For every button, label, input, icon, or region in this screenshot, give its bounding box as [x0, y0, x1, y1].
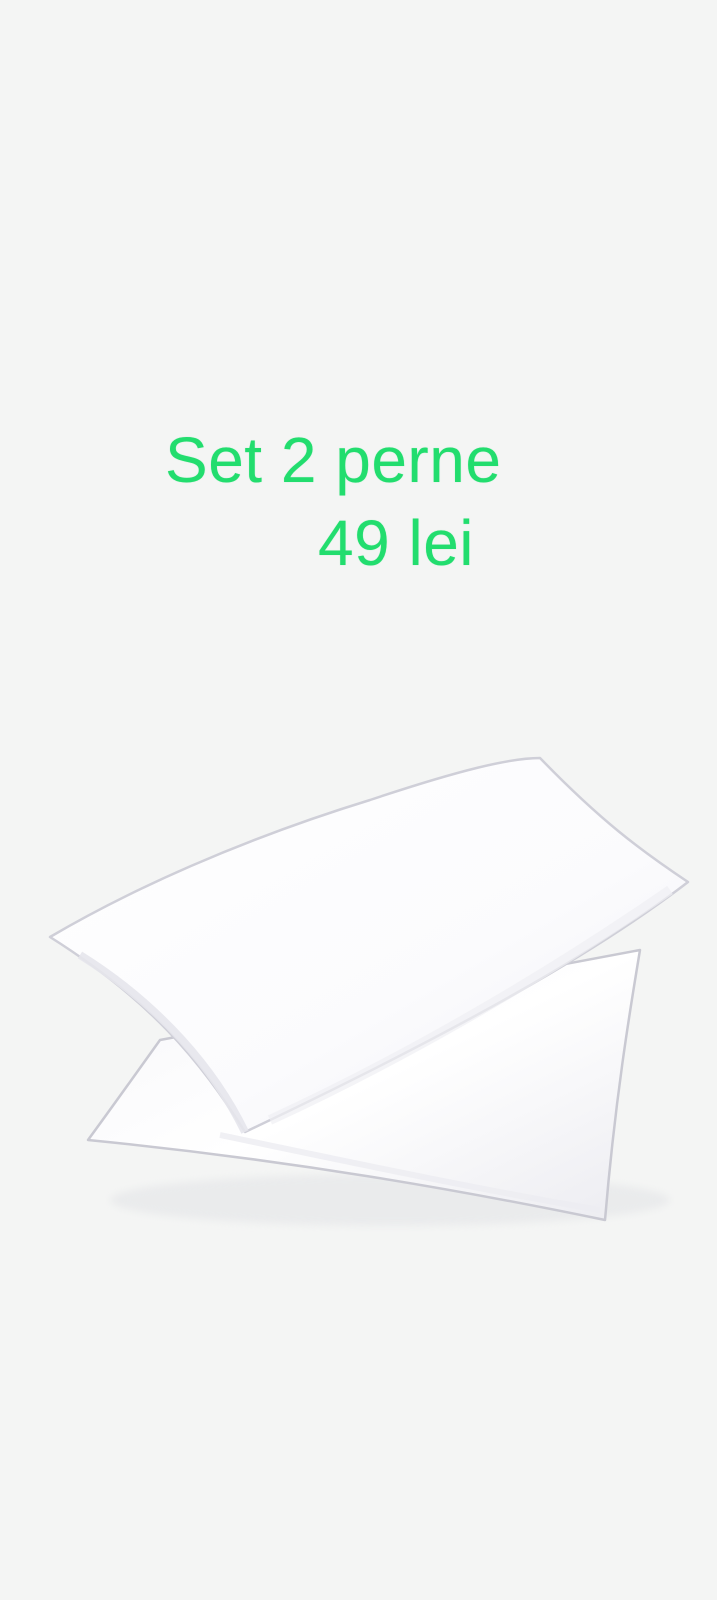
pillows-illustration: [48, 756, 690, 1226]
image-viewer-screen: Set 2 perne 49 lei: [0, 0, 717, 1600]
offer-title: Set 2 perne: [165, 424, 502, 496]
offer-price: 49 lei: [318, 507, 474, 579]
